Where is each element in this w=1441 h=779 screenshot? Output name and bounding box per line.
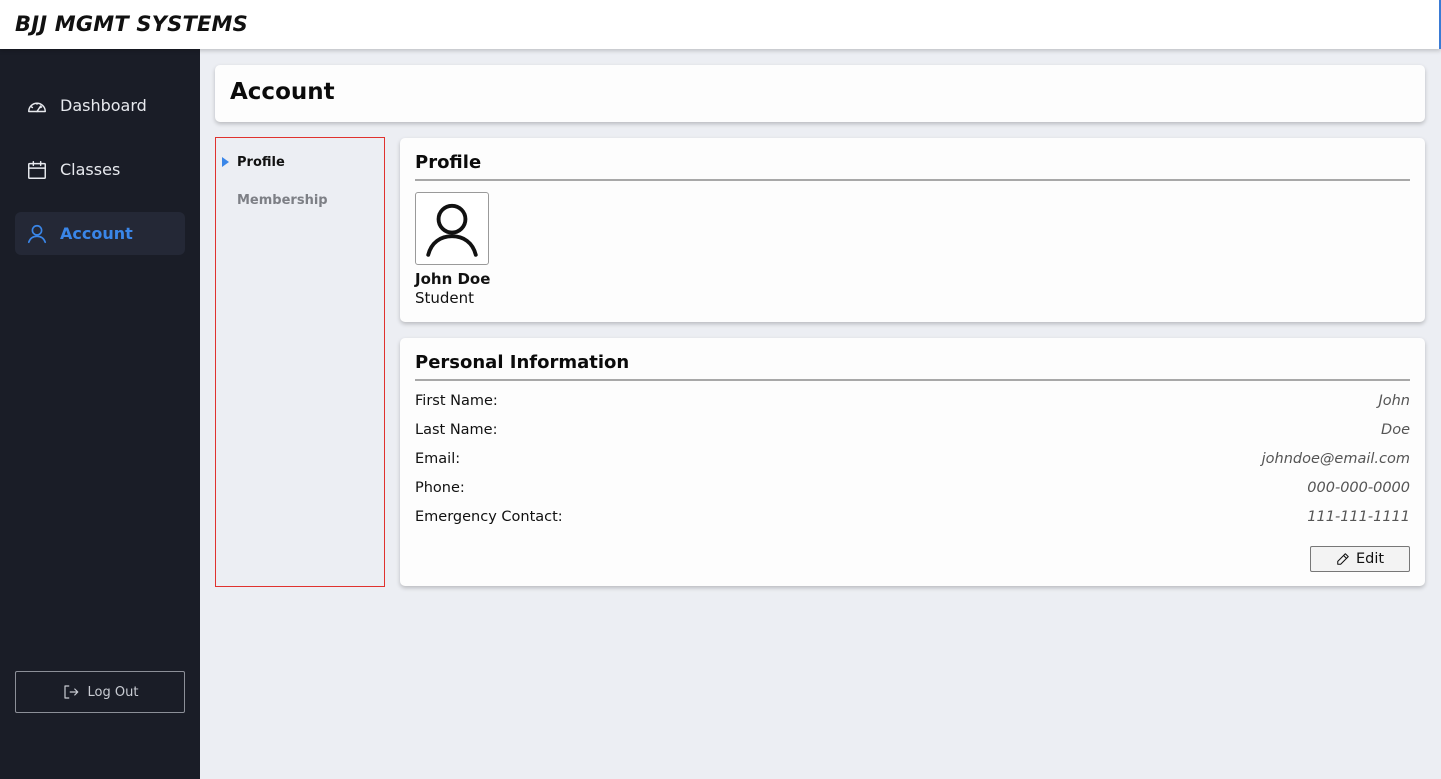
profile-section-title: Profile — [415, 152, 482, 173]
info-row-first-name: First Name: John — [415, 391, 1410, 411]
subnav-item-membership[interactable]: Membership — [237, 193, 328, 208]
page-header: Account — [215, 65, 1425, 122]
section-divider — [415, 179, 1410, 181]
personal-info-card: Personal Information First Name: John La… — [400, 338, 1425, 586]
info-row-email: Email: johndoe@email.com — [415, 449, 1410, 469]
info-row-emergency-contact: Emergency Contact: 111-111-1111 — [415, 507, 1410, 527]
info-value: 000-000-0000 — [1307, 480, 1410, 496]
user-avatar-icon — [415, 192, 489, 265]
sidebar-item-label: Classes — [60, 160, 121, 179]
info-value: johndoe@email.com — [1261, 451, 1410, 467]
logout-button[interactable]: Log Out — [15, 671, 185, 713]
personal-section-title: Personal Information — [415, 352, 630, 373]
sign-out-icon — [62, 683, 80, 701]
info-label: First Name: — [415, 393, 498, 409]
info-row-last-name: Last Name: Doe — [415, 420, 1410, 440]
section-divider — [415, 379, 1410, 381]
edit-button[interactable]: Edit — [1310, 546, 1410, 572]
user-name: John Doe — [415, 270, 491, 288]
gauge-icon — [26, 95, 48, 117]
info-label: Last Name: — [415, 422, 498, 438]
user-role: Student — [415, 289, 475, 307]
info-value: John — [1378, 393, 1410, 409]
page-title: Account — [230, 79, 335, 105]
sidebar: Dashboard Classes Account Log Out — [0, 49, 200, 779]
top-bar: BJJ MGMT SYSTEMS — [0, 0, 1441, 49]
logout-label: Log Out — [87, 684, 139, 700]
sidebar-item-dashboard[interactable]: Dashboard — [15, 84, 185, 127]
calendar-icon — [26, 159, 48, 181]
info-row-phone: Phone: 000-000-0000 — [415, 478, 1410, 498]
sidebar-item-label: Account — [60, 224, 133, 243]
info-label: Emergency Contact: — [415, 509, 563, 525]
profile-card: Profile John Doe Student — [400, 138, 1425, 322]
user-icon — [26, 223, 48, 245]
subnav-item-profile[interactable]: Profile — [237, 155, 285, 170]
info-label: Phone: — [415, 480, 465, 496]
sidebar-item-classes[interactable]: Classes — [15, 148, 185, 191]
info-value: 111-111-1111 — [1307, 509, 1410, 525]
edit-label: Edit — [1355, 551, 1385, 567]
info-value: Doe — [1381, 422, 1410, 438]
sidebar-item-label: Dashboard — [60, 96, 147, 115]
brand-logo-text: BJJ MGMT SYSTEMS — [15, 12, 248, 36]
account-subnav: Profile Membership — [215, 137, 385, 587]
sidebar-item-account[interactable]: Account — [15, 212, 185, 255]
info-label: Email: — [415, 451, 461, 467]
active-caret-icon — [222, 157, 229, 167]
pencil-icon — [1336, 552, 1350, 566]
